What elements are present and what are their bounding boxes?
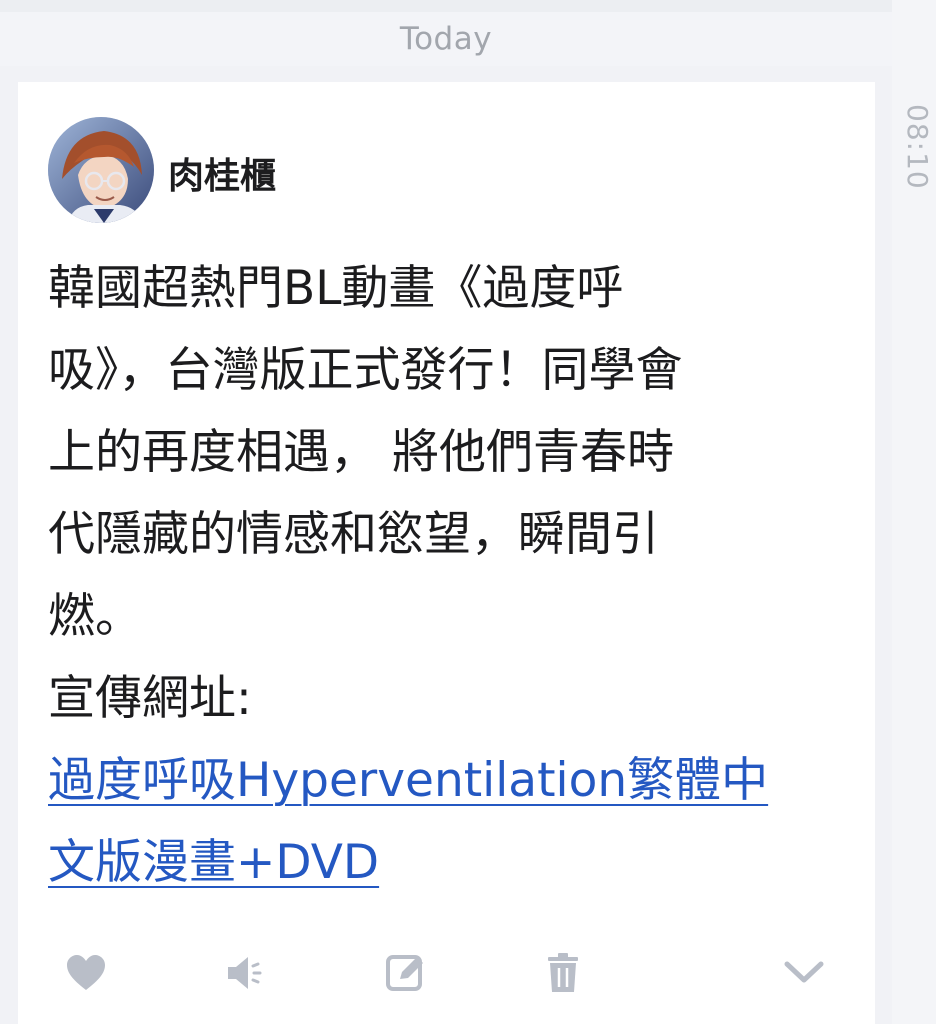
date-header: Today <box>0 12 892 66</box>
trash-icon <box>548 953 578 992</box>
message-line: 代隱藏的情感和慾望，瞬間引 <box>48 507 659 562</box>
timestamp: 08:10 <box>901 104 934 190</box>
edit-button[interactable] <box>383 950 429 996</box>
edit-icon <box>386 955 423 991</box>
message-line: 韓國超熱門BL動畫《過度呼 <box>48 261 624 316</box>
promo-link-text[interactable]: 過度呼吸Hyperventilation繁體中 <box>48 740 848 822</box>
message-line: 燃。 <box>48 589 142 644</box>
speak-button[interactable] <box>222 950 268 996</box>
author-name[interactable]: 肉桂櫃 <box>168 147 276 199</box>
app-screen: Today 08:10 肉桂櫃 韓國超熱門BL動畫《過度呼 吸》，台灣版正式發行… <box>0 0 936 1024</box>
message-line: 吸》，台灣版正式發行！同學會 <box>48 343 683 398</box>
more-button[interactable] <box>781 950 827 996</box>
chevron-down-icon <box>784 961 824 983</box>
speaker-icon <box>228 957 262 989</box>
message-line: 上的再度相遇， 將他們青春時 <box>48 425 674 480</box>
promo-link[interactable]: 過度呼吸Hyperventilation繁體中 文版漫畫+DVD <box>48 740 848 904</box>
heart-icon <box>67 955 105 990</box>
action-bar <box>18 950 875 1010</box>
message-line: 宣傳網址: <box>48 671 252 726</box>
like-button[interactable] <box>63 950 109 996</box>
post-card: 肉桂櫃 韓國超熱門BL動畫《過度呼 吸》，台灣版正式發行！同學會 上的再度相遇，… <box>18 82 875 1024</box>
delete-button[interactable] <box>540 950 586 996</box>
message-body: 韓國超熱門BL動畫《過度呼 吸》，台灣版正式發行！同學會 上的再度相遇， 將他們… <box>48 248 848 904</box>
top-divider <box>0 0 892 12</box>
promo-link-text[interactable]: 文版漫畫+DVD <box>48 822 848 904</box>
avatar[interactable] <box>48 117 154 223</box>
